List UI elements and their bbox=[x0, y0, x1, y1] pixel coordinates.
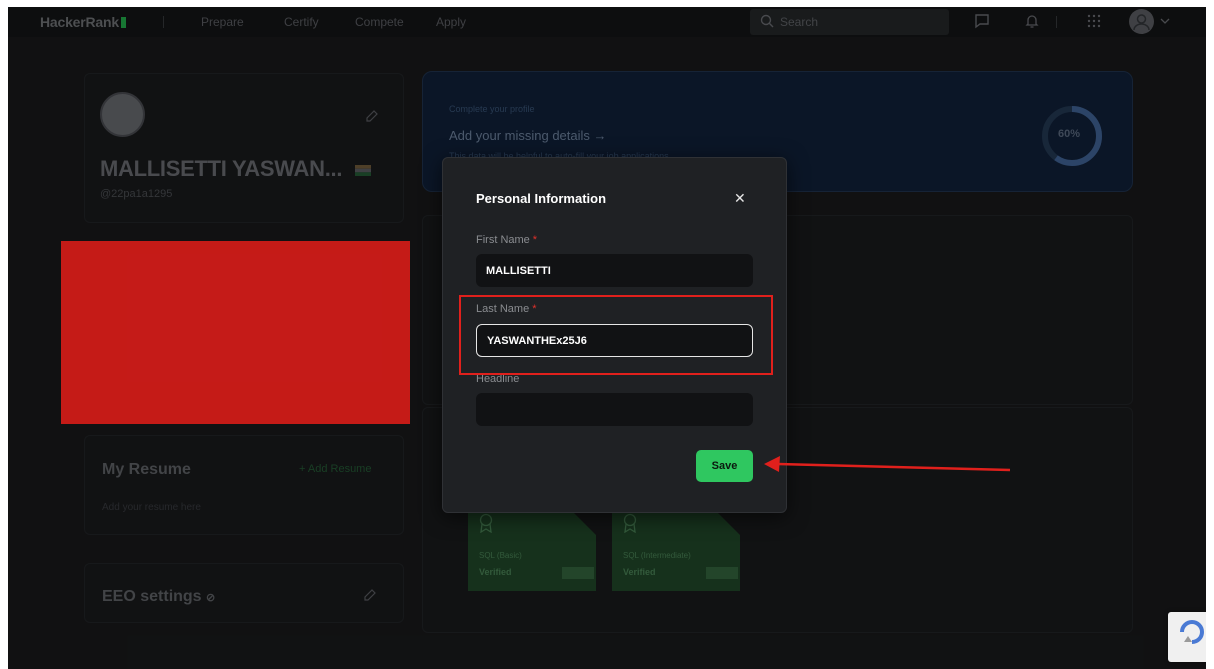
recaptcha-badge[interactable] bbox=[1168, 612, 1206, 662]
first-name-field[interactable] bbox=[476, 254, 753, 287]
recaptcha-icon bbox=[1180, 620, 1204, 644]
annotation-highlight-box bbox=[459, 295, 773, 375]
close-icon[interactable]: ✕ bbox=[734, 190, 746, 207]
headline-field[interactable] bbox=[476, 393, 753, 426]
app-window: HackerRank Prepare Certify Compete Apply… bbox=[8, 7, 1206, 669]
first-name-label: First Name * bbox=[476, 234, 538, 246]
modal-title: Personal Information bbox=[476, 191, 607, 206]
save-button[interactable]: Save bbox=[696, 450, 753, 482]
annotation-arrow bbox=[764, 456, 1011, 472]
